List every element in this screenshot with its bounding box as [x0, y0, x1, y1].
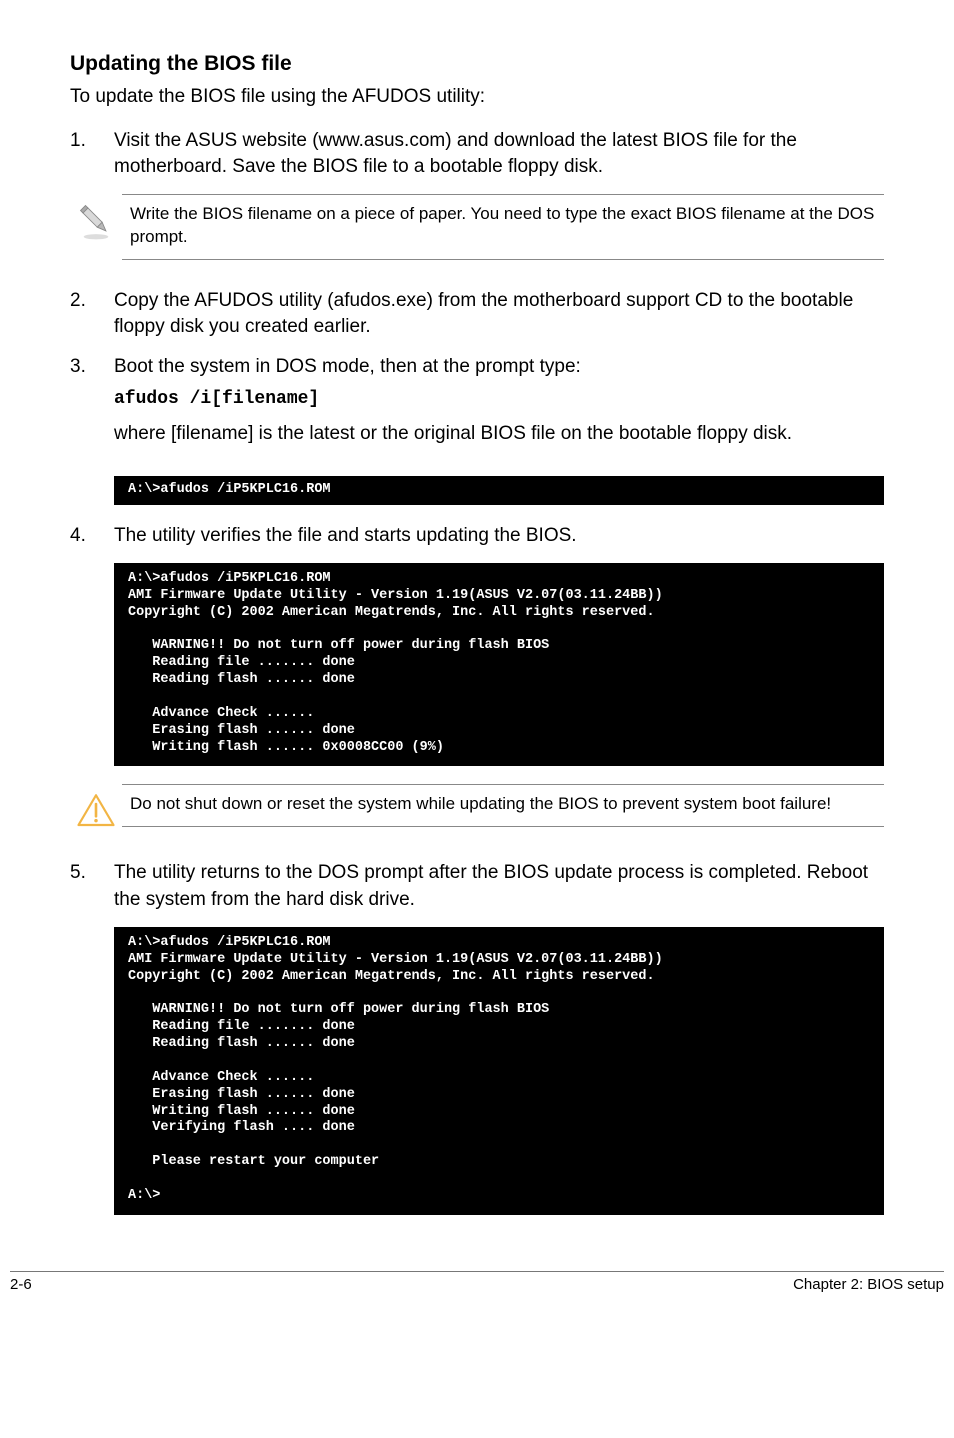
step-number: 1.	[70, 128, 114, 180]
step-number: 2.	[70, 288, 114, 340]
pencil-icon	[70, 194, 122, 242]
caution-text: Do not shut down or reset the system whi…	[122, 784, 884, 827]
terminal-output-3: A:\>afudos /iP5KPLC16.ROM AMI Firmware U…	[114, 927, 884, 1215]
note-text: Write the BIOS filename on a piece of pa…	[122, 194, 884, 260]
note-box-pencil: Write the BIOS filename on a piece of pa…	[70, 194, 884, 260]
step-3: 3. Boot the system in DOS mode, then at …	[70, 354, 884, 461]
page-footer: 2-6 Chapter 2: BIOS setup	[10, 1271, 944, 1309]
command-text: afudos /i[filename]	[114, 387, 884, 412]
step-number: 5.	[70, 860, 114, 912]
step-text: Visit the ASUS website (www.asus.com) an…	[114, 128, 884, 180]
caution-box: Do not shut down or reset the system whi…	[70, 784, 884, 832]
terminal-output-2: A:\>afudos /iP5KPLC16.ROM AMI Firmware U…	[114, 563, 884, 767]
step-5: 5. The utility returns to the DOS prompt…	[70, 860, 884, 912]
step-text: Copy the AFUDOS utility (afudos.exe) fro…	[114, 288, 884, 340]
step-number: 3.	[70, 354, 114, 461]
step-4: 4. The utility verifies the file and sta…	[70, 523, 884, 549]
chapter-label: Chapter 2: BIOS setup	[793, 1276, 944, 1293]
terminal-output-1: A:\>afudos /iP5KPLC16.ROM	[114, 476, 884, 505]
step-2: 2. Copy the AFUDOS utility (afudos.exe) …	[70, 288, 884, 340]
intro-text: To update the BIOS file using the AFUDOS…	[70, 84, 884, 110]
step-text: Boot the system in DOS mode, then at the…	[114, 356, 581, 377]
command-explanation: where [filename] is the latest or the or…	[114, 421, 884, 447]
step-text: The utility returns to the DOS prompt af…	[114, 860, 884, 912]
page-number: 2-6	[10, 1276, 32, 1293]
step-1: 1. Visit the ASUS website (www.asus.com)…	[70, 128, 884, 180]
caution-icon	[70, 784, 122, 832]
step-number: 4.	[70, 523, 114, 549]
section-heading: Updating the BIOS file	[70, 52, 884, 76]
step-text: The utility verifies the file and starts…	[114, 523, 884, 549]
